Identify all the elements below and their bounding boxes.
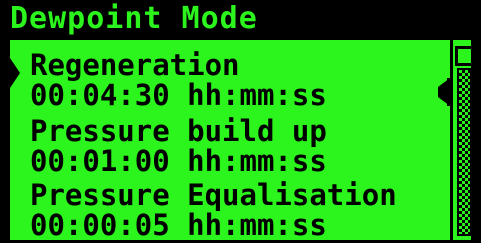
menu-item-pressure-build-up[interactable]: Pressure build up 00:01:00 hh:mm:ss [30,116,440,178]
page-title: Dewpoint Mode [10,1,258,36]
menu-item-label: Pressure Equalisation [30,178,397,212]
menu-item-label: Pressure build up [30,114,327,148]
menu-item-value: 00:00:05 hh:mm:ss [30,208,327,242]
selection-arrow-right-icon [10,58,20,88]
menu-item-label: Regeneration [30,48,240,82]
scrollbar-thumb[interactable] [455,46,474,66]
menu-item-regeneration[interactable]: Regeneration 00:04:30 hh:mm:ss [30,50,440,112]
menu-list: Regeneration 00:04:30 hh:mm:ss Pressure … [10,40,452,242]
title-bar: Dewpoint Mode [0,0,481,38]
menu-item-value: 00:04:30 hh:mm:ss [30,78,327,112]
scrollbar-track[interactable] [457,68,472,236]
menu-item-pressure-equalisation[interactable]: Pressure Equalisation 00:00:05 hh:mm:ss [30,180,440,242]
lcd-screen: Dewpoint Mode Regeneration 00:04:30 hh:m… [0,0,481,243]
menu-item-value: 00:01:00 hh:mm:ss [30,144,327,178]
menu-panel: Regeneration 00:04:30 hh:mm:ss Pressure … [10,40,474,242]
scrollbar[interactable] [450,40,474,240]
